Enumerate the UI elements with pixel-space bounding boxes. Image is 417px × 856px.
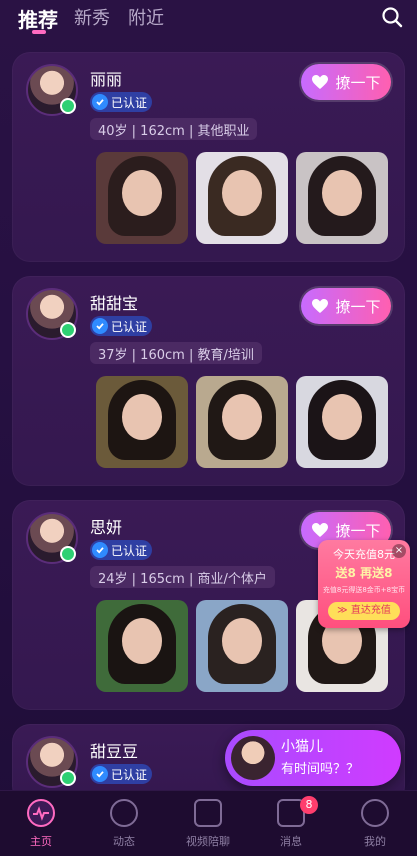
incoming-message-popup[interactable]: 小猫儿 有时间吗？？ <box>225 730 401 786</box>
user-photo[interactable] <box>96 152 188 244</box>
photo-row <box>96 152 388 244</box>
verified-label: 已认证 <box>111 767 148 782</box>
nav-label: 视频陪聊 <box>186 835 230 848</box>
verified-check-icon <box>92 94 108 110</box>
nav-moments[interactable]: 动态 <box>89 799 159 849</box>
user-photo[interactable] <box>96 600 188 692</box>
promo-line-3: 充值8元得送8金币+8宝币 <box>322 586 406 594</box>
verified-check-icon <box>92 766 108 782</box>
top-tab-bar: 推荐 新秀 附近 <box>0 0 417 44</box>
bottom-navigation: 主页 动态 视频陪聊 消息 我的 <box>0 790 417 856</box>
online-indicator <box>60 322 76 338</box>
message-preview: 有时间吗？？ <box>281 762 360 777</box>
verified-label: 已认证 <box>111 319 148 334</box>
flirt-label: 撩一下 <box>335 297 381 316</box>
recharge-button[interactable]: ≫ 直达充值 <box>328 602 400 620</box>
nav-video-chat[interactable]: 视频陪聊 <box>173 799 243 849</box>
verified-badge: 已认证 <box>90 316 152 336</box>
tab-new[interactable]: 新秀 <box>74 4 110 30</box>
user-card[interactable]: 丽丽 已认证 40岁 | 162cm | 其他职业 撩一下 <box>12 52 405 262</box>
user-info-tags: 24岁 | 165cm | 商业/个体户 <box>90 566 275 588</box>
user-photo[interactable] <box>196 600 288 692</box>
promo-line-2: 送8 再送8 <box>335 566 393 580</box>
verified-badge: 已认证 <box>90 764 152 784</box>
nav-label: 我的 <box>364 835 386 848</box>
flirt-button[interactable]: 撩一下 <box>301 288 391 324</box>
nav-profile[interactable]: 我的 <box>340 799 410 849</box>
sender-avatar <box>231 736 275 780</box>
flirt-label: 撩一下 <box>335 73 381 92</box>
heart-icon <box>312 75 329 89</box>
user-photo[interactable] <box>196 152 288 244</box>
tab-nearby[interactable]: 附近 <box>128 4 164 30</box>
nav-label: 消息 <box>280 835 302 848</box>
user-photo[interactable] <box>296 376 388 468</box>
user-photo[interactable] <box>296 152 388 244</box>
user-name: 思妍 <box>90 518 123 537</box>
user-info-tags: 37岁 | 160cm | 教育/培训 <box>90 342 262 364</box>
verified-label: 已认证 <box>111 543 148 558</box>
flirt-label: 撩一下 <box>335 521 381 540</box>
tab-recommend[interactable]: 推荐 <box>18 4 58 33</box>
sender-name: 小猫儿 <box>281 739 323 755</box>
flirt-button[interactable]: 撩一下 <box>301 64 391 100</box>
verified-check-icon <box>92 318 108 334</box>
user-info-tags: 40岁 | 162cm | 其他职业 <box>90 118 258 140</box>
video-icon <box>194 799 222 827</box>
smiley-icon <box>361 799 389 827</box>
heart-icon <box>312 523 329 537</box>
online-indicator <box>60 546 76 562</box>
verified-badge: 已认证 <box>90 540 152 560</box>
close-icon[interactable]: × <box>392 544 406 558</box>
user-card[interactable]: 甜甜宝 已认证 37岁 | 160cm | 教育/培训 撩一下 <box>12 276 405 486</box>
user-photo[interactable] <box>196 376 288 468</box>
verified-check-icon <box>92 542 108 558</box>
home-pulse-icon <box>27 799 55 827</box>
unread-badge: 8 <box>300 796 318 814</box>
verified-label: 已认证 <box>111 95 148 110</box>
nav-label: 主页 <box>30 835 52 848</box>
search-icon[interactable] <box>381 6 403 28</box>
user-name: 丽丽 <box>90 70 123 89</box>
online-indicator <box>60 98 76 114</box>
heart-icon <box>312 299 329 313</box>
user-name: 甜甜宝 <box>90 294 139 313</box>
photo-row <box>96 376 388 468</box>
user-photo[interactable] <box>96 376 188 468</box>
active-tab-indicator <box>32 30 46 34</box>
online-indicator <box>60 770 76 786</box>
verified-badge: 已认证 <box>90 92 152 112</box>
user-name: 甜豆豆 <box>90 742 139 761</box>
nav-home[interactable]: 主页 <box>6 799 76 849</box>
nav-label: 动态 <box>113 835 135 848</box>
star-icon <box>110 799 138 827</box>
